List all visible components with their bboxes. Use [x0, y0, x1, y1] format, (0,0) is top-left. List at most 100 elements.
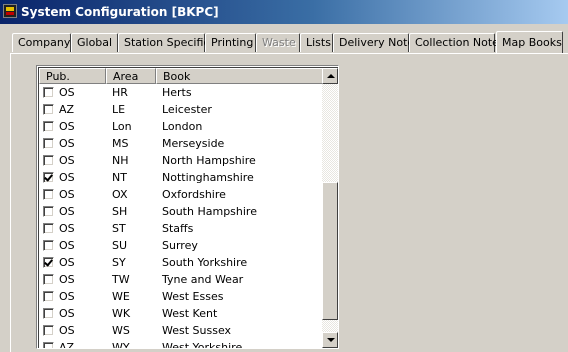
list-header: Pub. Area Book	[39, 68, 323, 84]
book-cell: Tyne and Wear	[162, 273, 244, 286]
tab-printing[interactable]: Printing	[205, 33, 256, 52]
list-item[interactable]: OS HR Herts	[39, 84, 323, 101]
tab-delivery-note[interactable]: Delivery Note	[333, 33, 414, 52]
row-checkbox[interactable]	[43, 240, 54, 251]
tab-label: Lists	[306, 36, 331, 49]
pub-cell: OS	[59, 222, 75, 235]
scroll-up-button[interactable]	[322, 68, 338, 84]
book-cell: Surrey	[162, 239, 198, 252]
row-checkbox[interactable]	[43, 223, 54, 234]
area-cell: WS	[112, 324, 130, 337]
title-bar[interactable]: System Configuration [BKPC]	[0, 0, 568, 24]
window-title: System Configuration [BKPC]	[21, 5, 219, 19]
pub-cell: OS	[59, 188, 75, 201]
list-item[interactable]: OS OX Oxfordshire	[39, 186, 323, 203]
area-cell: NT	[112, 171, 127, 184]
book-cell: Staffs	[162, 222, 194, 235]
app-icon[interactable]	[3, 4, 17, 18]
list-item[interactable]: OS NT Nottinghamshire	[39, 169, 323, 186]
scroll-down-arrow-icon	[327, 338, 335, 342]
tab-station-specific[interactable]: Station Specific	[118, 33, 209, 52]
book-cell: Oxfordshire	[162, 188, 226, 201]
tab-label: Global	[77, 36, 113, 49]
row-checkbox[interactable]	[43, 189, 54, 200]
book-cell: West Yorkshire	[162, 341, 243, 349]
book-cell: London	[162, 120, 203, 133]
book-cell: Nottinghamshire	[162, 171, 254, 184]
row-checkbox[interactable]	[43, 325, 54, 336]
area-cell: MS	[112, 137, 129, 150]
area-cell: WY	[112, 341, 130, 349]
row-checkbox[interactable]	[43, 342, 54, 348]
list-item[interactable]: OS TW Tyne and Wear	[39, 271, 323, 288]
tab-lists[interactable]: Lists	[300, 33, 333, 52]
pub-cell: OS	[59, 205, 75, 218]
book-cell: South Yorkshire	[162, 256, 248, 269]
row-checkbox[interactable]	[43, 308, 54, 319]
list-item[interactable]: OS WS West Sussex	[39, 322, 323, 339]
area-cell: SH	[112, 205, 128, 218]
tab-label: Map Books	[502, 36, 562, 49]
list-item[interactable]: AZ WY West Yorkshire	[39, 339, 323, 349]
area-cell: HR	[112, 86, 128, 99]
map-books-list[interactable]: Pub. Area Book OS HR Herts AZ LE Leicester OS L…	[36, 65, 339, 349]
list-item[interactable]: OS ST Staffs	[39, 220, 323, 237]
list-item[interactable]: OS NH North Hampshire	[39, 152, 323, 169]
book-cell: Merseyside	[162, 137, 225, 150]
pub-cell: OS	[59, 137, 75, 150]
list-item[interactable]: OS SU Surrey	[39, 237, 323, 254]
row-checkbox[interactable]	[43, 121, 54, 132]
area-cell: LE	[112, 103, 126, 116]
column-header-pub[interactable]: Pub.	[39, 68, 106, 84]
area-cell: NH	[112, 154, 129, 167]
pub-cell: OS	[59, 86, 75, 99]
tab-label: Company	[18, 36, 71, 49]
row-checkbox[interactable]	[43, 87, 54, 98]
area-cell: SU	[112, 239, 128, 252]
list-item[interactable]: OS SH South Hampshire	[39, 203, 323, 220]
pub-cell: AZ	[59, 341, 75, 349]
tab-label: Collection Note	[415, 36, 499, 49]
tab-label: Printing	[211, 36, 254, 49]
area-cell: ST	[112, 222, 126, 235]
vertical-scrollbar[interactable]	[322, 68, 338, 348]
tab-company[interactable]: Company	[12, 33, 71, 52]
list-item[interactable]: OS WE West Esses	[39, 288, 323, 305]
row-checkbox[interactable]	[43, 172, 54, 183]
pub-cell: OS	[59, 256, 75, 269]
list-item[interactable]: OS MS Merseyside	[39, 135, 323, 152]
area-cell: OX	[112, 188, 128, 201]
tab-label: Station Specific	[124, 36, 210, 49]
book-cell: North Hampshire	[162, 154, 256, 167]
list-item[interactable]: OS Lon London	[39, 118, 323, 135]
pub-cell: OS	[59, 273, 75, 286]
scroll-thumb[interactable]	[322, 182, 338, 320]
area-cell: Lon	[112, 120, 132, 133]
scroll-down-button[interactable]	[322, 332, 338, 348]
row-checkbox[interactable]	[43, 155, 54, 166]
pub-cell: OS	[59, 120, 75, 133]
row-checkbox[interactable]	[43, 138, 54, 149]
list-item[interactable]: OS SY South Yorkshire	[39, 254, 323, 271]
list-item[interactable]: AZ LE Leicester	[39, 101, 323, 118]
book-cell: Herts	[162, 86, 192, 99]
tab-map-books[interactable]: Map Books	[496, 31, 563, 53]
book-cell: West Kent	[162, 307, 218, 320]
column-header-area[interactable]: Area	[106, 68, 156, 84]
column-header-book[interactable]: Book	[156, 68, 323, 84]
list-item[interactable]: OS WK West Kent	[39, 305, 323, 322]
book-cell: West Esses	[162, 290, 224, 303]
row-checkbox[interactable]	[43, 291, 54, 302]
tab-global[interactable]: Global	[71, 33, 118, 52]
area-cell: SY	[112, 256, 126, 269]
book-cell: West Sussex	[162, 324, 232, 337]
pub-cell: OS	[59, 154, 75, 167]
row-checkbox[interactable]	[43, 257, 54, 268]
row-checkbox[interactable]	[43, 104, 54, 115]
tab-label: Waste	[262, 36, 296, 49]
row-checkbox[interactable]	[43, 206, 54, 217]
row-checkbox[interactable]	[43, 274, 54, 285]
book-cell: South Hampshire	[162, 205, 257, 218]
tab-collection-note[interactable]: Collection Note	[409, 33, 499, 52]
tab-waste[interactable]: Waste	[256, 33, 300, 52]
